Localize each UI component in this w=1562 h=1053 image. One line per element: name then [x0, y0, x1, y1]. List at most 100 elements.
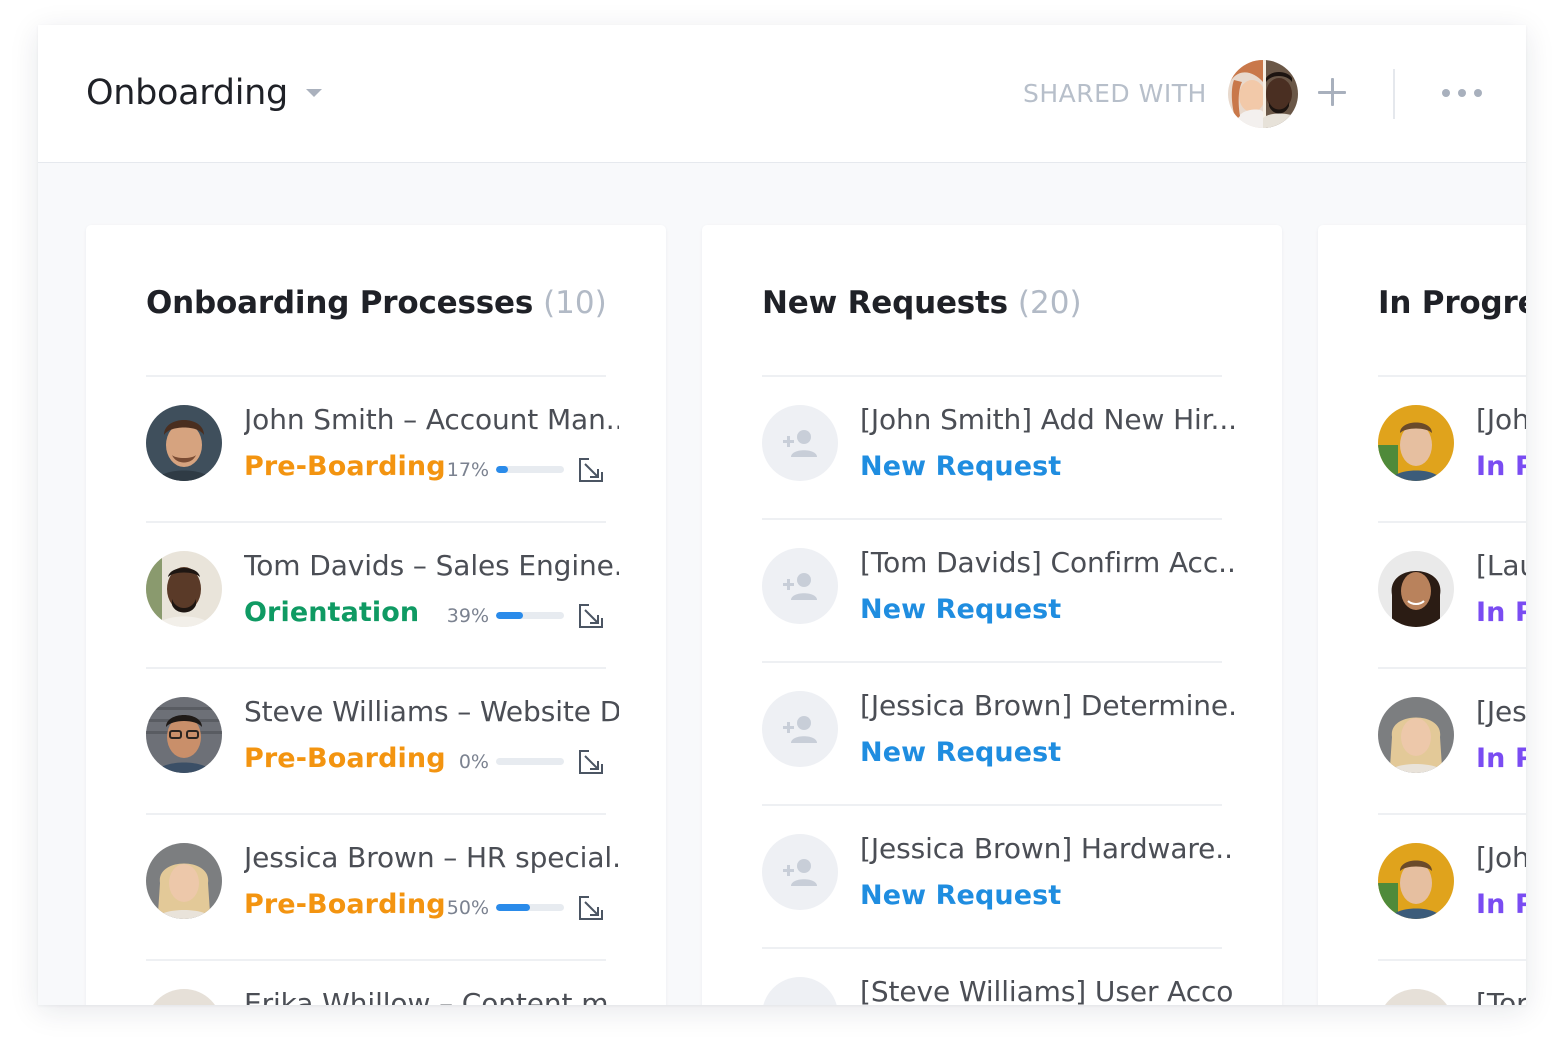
progress-card[interactable]: [Jess In Pr	[1378, 667, 1526, 813]
more-options-button[interactable]	[1442, 81, 1482, 105]
column-title: In Progres	[1378, 285, 1526, 321]
chevron-down-icon	[305, 89, 322, 97]
column-title: Onboarding Processes	[146, 285, 534, 321]
progress-bar	[496, 466, 564, 473]
avatar	[146, 405, 222, 481]
add-user-icon	[783, 859, 817, 886]
status-label: New Request	[860, 880, 1062, 911]
card-list: John Smith – Account Man... Pre-Boarding…	[146, 375, 619, 1005]
card-title: [Jess	[1476, 695, 1526, 728]
request-card[interactable]: [Jessica Brown] Hardware... New Request	[762, 804, 1235, 947]
process-card[interactable]: Jessica Brown – HR special... Pre-Boardi…	[146, 813, 619, 959]
header-divider	[1393, 69, 1395, 119]
status-label: Pre-Boarding	[244, 889, 446, 920]
status-label: In Pr	[1476, 597, 1526, 628]
shared-users-avatars[interactable]	[1228, 60, 1298, 128]
progress-card[interactable]: [Lau In Pr	[1378, 521, 1526, 667]
add-user-icon	[783, 573, 817, 600]
status-label: Pre-Boarding	[244, 451, 446, 482]
status-label: Orientation	[244, 597, 420, 628]
progress-card[interactable]: [Tor	[1378, 959, 1526, 1005]
status-label: Pre-Boarding	[244, 743, 446, 774]
column-onboarding-processes: Onboarding Processes (10) John Smith – Ac…	[86, 225, 666, 1005]
board-title: Onboarding	[86, 73, 288, 113]
card-title: [Jessica Brown] Hardware...	[860, 832, 1235, 865]
request-card[interactable]: [Steve Williams] User Acco...	[762, 947, 1235, 1005]
shared-with-label: SHARED WITH	[1023, 79, 1207, 108]
card-title: [Tom Davids] Confirm Acc...	[860, 546, 1235, 579]
avatar	[1378, 405, 1454, 481]
avatar-placeholder	[762, 548, 838, 624]
card-title: [Jessica Brown] Determine...	[860, 689, 1235, 722]
card-title: [Tor	[1476, 987, 1526, 1005]
column-count: (10)	[543, 285, 607, 321]
card-list: [John Smith] Add New Hir... New Request …	[762, 375, 1235, 1005]
progress-percent: 0%	[458, 751, 489, 773]
column-header: In Progres	[1378, 285, 1526, 321]
column-in-progress: In Progres [Joh In Pr	[1318, 225, 1526, 1005]
avatar	[1378, 551, 1454, 627]
column-header: Onboarding Processes (10)	[146, 285, 607, 321]
add-user-icon	[783, 430, 817, 457]
card-title: [John Smith] Add New Hir...	[860, 403, 1235, 436]
progress-bar	[496, 904, 564, 911]
avatar-placeholder	[762, 834, 838, 910]
open-card-icon[interactable]	[578, 749, 604, 775]
avatar-placeholder	[762, 405, 838, 481]
progress-percent: 50%	[446, 897, 489, 919]
process-card[interactable]: Tom Davids – Sales Engine... Orientation…	[146, 521, 619, 667]
avatar	[146, 551, 222, 627]
progress-fill	[496, 612, 523, 619]
avatar	[146, 843, 222, 919]
status-label: In Pr	[1476, 743, 1526, 774]
progress-percent: 39%	[446, 605, 489, 627]
progress-card[interactable]: [Joh In Pr	[1378, 375, 1526, 521]
shared-user-avatar-2	[1263, 60, 1298, 128]
avatar	[1378, 843, 1454, 919]
card-title: Jessica Brown – HR special...	[244, 841, 619, 874]
card-title: Steve Williams – Website D...	[244, 695, 619, 728]
open-card-icon[interactable]	[578, 895, 604, 921]
progress-bar	[496, 758, 564, 765]
avatar	[1378, 989, 1454, 1005]
column-header: New Requests (20)	[762, 285, 1082, 321]
process-card[interactable]: John Smith – Account Man... Pre-Boarding…	[146, 375, 619, 521]
open-card-icon[interactable]	[578, 603, 604, 629]
card-title: John Smith – Account Man...	[244, 403, 619, 436]
top-bar: Onboarding SHARED WITH	[38, 25, 1526, 163]
board-title-dropdown[interactable]: Onboarding	[86, 71, 322, 115]
status-label: In Pr	[1476, 451, 1526, 482]
request-card[interactable]: [Tom Davids] Confirm Acc... New Request	[762, 518, 1235, 661]
card-list: [Joh In Pr [Lau In Pr	[1378, 375, 1526, 1005]
more-icon	[1442, 89, 1450, 97]
avatar	[146, 989, 222, 1005]
progress-percent: 17%	[446, 459, 489, 481]
avatar-placeholder	[762, 691, 838, 767]
card-title: [Joh	[1476, 403, 1526, 436]
column-title: New Requests	[762, 285, 1008, 321]
column-new-requests: New Requests (20) [John Smith] Add New Hi…	[702, 225, 1282, 1005]
status-label: New Request	[860, 737, 1062, 768]
process-card[interactable]: Erika Whillow – Content m...	[146, 959, 619, 1005]
shared-user-avatar-1	[1228, 60, 1263, 128]
status-label: New Request	[860, 594, 1062, 625]
card-title: [Steve Williams] User Acco...	[860, 975, 1235, 1005]
status-label: In Pr	[1476, 889, 1526, 920]
add-share-button[interactable]	[1316, 76, 1348, 108]
progress-bar	[496, 612, 564, 619]
progress-card[interactable]: [Joh In Pr	[1378, 813, 1526, 959]
avatar-placeholder	[762, 977, 838, 1005]
request-card[interactable]: [John Smith] Add New Hir... New Request	[762, 375, 1235, 518]
process-card[interactable]: Steve Williams – Website D... Pre-Boardi…	[146, 667, 619, 813]
column-count: (20)	[1017, 285, 1082, 321]
open-card-icon[interactable]	[578, 457, 604, 483]
app-window: Onboarding SHARED WITH Onboarding Proces…	[38, 25, 1526, 1005]
progress-fill	[496, 466, 508, 473]
avatar	[1378, 697, 1454, 773]
card-title: Erika Whillow – Content m...	[244, 987, 619, 1005]
progress-fill	[496, 904, 530, 911]
status-label: New Request	[860, 451, 1062, 482]
avatar	[146, 697, 222, 773]
card-title: [Joh	[1476, 841, 1526, 874]
request-card[interactable]: [Jessica Brown] Determine... New Request	[762, 661, 1235, 804]
